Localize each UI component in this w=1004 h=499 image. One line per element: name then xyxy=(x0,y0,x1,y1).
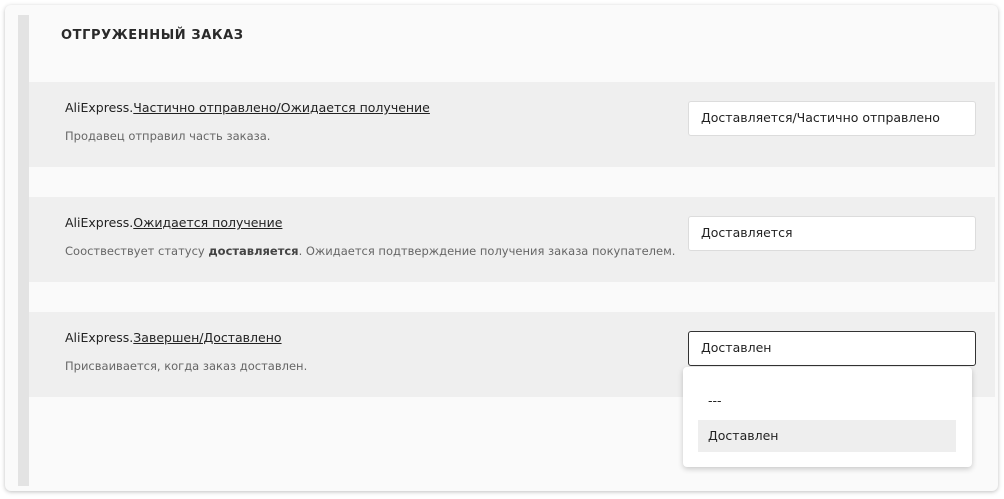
dropdown-option-highlighted[interactable]: Доставлен xyxy=(698,420,956,452)
status-link[interactable]: Ожидается получение xyxy=(133,215,282,230)
status-select[interactable]: Доставляется/Частично отправлено xyxy=(688,101,976,136)
row-title: AliExpress.Завершен/Доставлено xyxy=(65,330,282,345)
row-title-prefix: AliExpress. xyxy=(65,215,134,230)
row-title: AliExpress.Ожидается получение xyxy=(65,215,282,230)
row-description-bold: доставляется xyxy=(208,244,299,258)
section-title: ОТГРУЖЕННЫЙ ЗАКАЗ xyxy=(61,28,244,43)
status-dropdown-menu: --- Доставлен xyxy=(683,367,972,467)
row-description: Сооствествует статусу доставляется. Ожид… xyxy=(65,244,675,258)
status-select-open[interactable]: Доставлен xyxy=(688,331,976,366)
row-description-text: . Ожидается подтверждение получения зака… xyxy=(298,244,676,258)
status-mapping-row: AliExpress.Частично отправлено/Ожидается… xyxy=(29,82,995,167)
row-title: AliExpress.Частично отправлено/Ожидается… xyxy=(65,100,430,115)
left-accent-bar xyxy=(18,15,29,486)
row-title-prefix: AliExpress. xyxy=(65,100,134,115)
status-mapping-row: AliExpress.Ожидается получение Сооствест… xyxy=(29,197,995,282)
row-title-prefix: AliExpress. xyxy=(65,330,134,345)
row-description: Присваивается, когда заказ доставлен. xyxy=(65,359,308,373)
dropdown-option[interactable]: --- xyxy=(698,385,956,417)
row-description: Продавец отправил часть заказа. xyxy=(65,129,271,143)
status-select[interactable]: Доставляется xyxy=(688,216,976,251)
row-description-text: Сооствествует статусу xyxy=(65,244,209,258)
status-link[interactable]: Завершен/Доставлено xyxy=(133,330,281,345)
status-link[interactable]: Частично отправлено/Ожидается получение xyxy=(133,100,430,115)
